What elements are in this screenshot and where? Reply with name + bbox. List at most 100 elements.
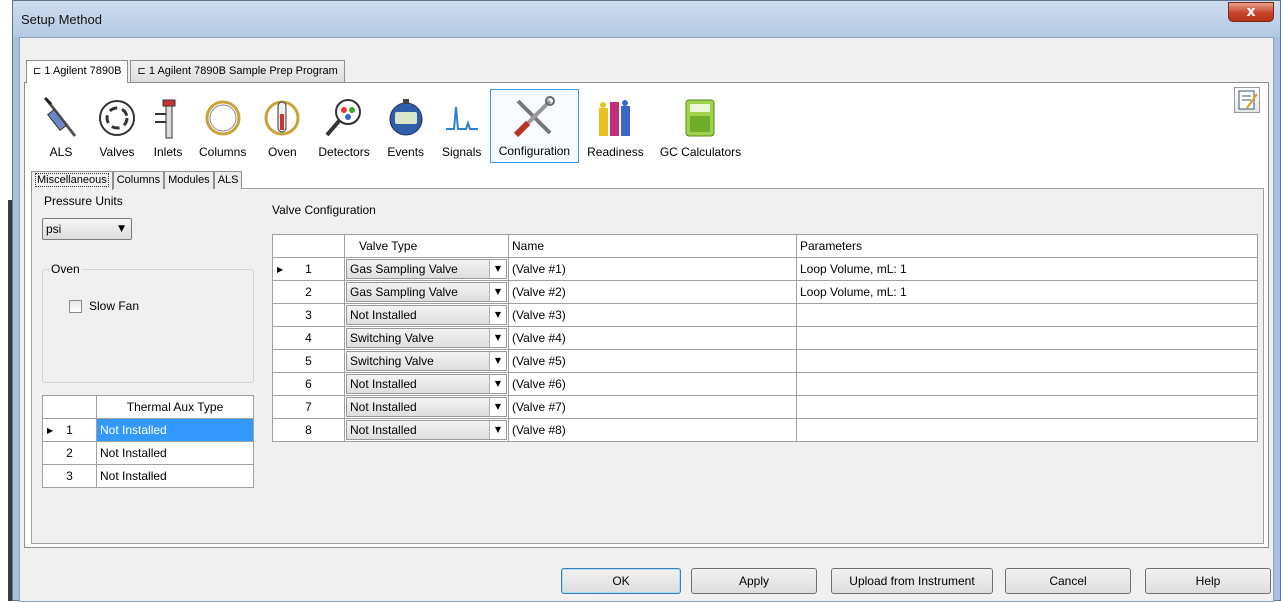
tab-label: Agilent 7890B [52, 65, 122, 77]
valve-type-cell[interactable]: Not Installed ▼ [344, 395, 509, 419]
thermal-aux-type-header: Thermal Aux Type [96, 395, 254, 419]
table-row[interactable]: 2 Gas Sampling Valve ▼ (Valve #2) Loop Vo… [272, 280, 1258, 304]
table-row[interactable]: 4 Switching Valve ▼ (Valve #4) [272, 326, 1258, 350]
valve-type-select[interactable]: Gas Sampling Valve ▼ [346, 259, 507, 279]
valve-type-value: Switching Valve [350, 331, 434, 345]
valve-type-select[interactable]: Not Installed ▼ [346, 420, 507, 440]
valve-parameters-cell[interactable]: Loop Volume, mL: 1 [796, 257, 1258, 281]
chevron-down-icon[interactable]: ▼ [489, 398, 506, 416]
toolbar-detectors[interactable]: Detectors [310, 89, 377, 163]
readiness-bars-icon [595, 95, 635, 141]
valve-type-cell[interactable]: Switching Valve ▼ [344, 349, 509, 373]
pressure-units-select[interactable]: psi ▼ [42, 218, 132, 240]
toolbar-label: Oven [268, 145, 297, 159]
valve-type-select[interactable]: Not Installed ▼ [346, 374, 507, 394]
toolbar-gc-calculators[interactable]: GC Calculators [652, 89, 749, 163]
valve-parameters-cell[interactable] [796, 303, 1258, 327]
valve-name-cell[interactable]: (Valve #6) [508, 372, 797, 396]
valve-name-cell[interactable]: (Valve #1) [508, 257, 797, 281]
valve-name-cell[interactable]: (Valve #3) [508, 303, 797, 327]
toolbar-als[interactable]: ALS [33, 89, 89, 163]
valve-parameters-cell[interactable]: Loop Volume, mL: 1 [796, 280, 1258, 304]
magnifier-icon [322, 95, 366, 141]
thermal-aux-type-cell[interactable]: Not Installed [96, 418, 254, 442]
chevron-down-icon[interactable]: ▼ [489, 329, 506, 347]
valve-name-cell[interactable]: (Valve #2) [508, 280, 797, 304]
valve-type-cell[interactable]: Not Installed ▼ [344, 418, 509, 442]
table-row[interactable]: 3 Not Installed [42, 464, 254, 488]
valve-parameters-cell[interactable] [796, 349, 1258, 373]
valve-type-cell[interactable]: Gas Sampling Valve ▼ [344, 280, 509, 304]
toolbar-valves[interactable]: Valves [89, 89, 145, 163]
title-bar[interactable]: Setup Method x [13, 1, 1280, 37]
instrument-tab-panel: ALS Valves Inlets Columns Oven Detectors… [24, 82, 1269, 548]
row-number: 3 [272, 303, 345, 327]
tab-columns[interactable]: Columns [112, 171, 165, 189]
apply-button[interactable]: Apply [691, 568, 817, 594]
tab-modules[interactable]: Modules [164, 171, 214, 189]
valve-type-value: Not Installed [350, 423, 417, 437]
slow-fan-checkbox[interactable] [69, 300, 82, 313]
table-row[interactable]: 6 Not Installed ▼ (Valve #6) [272, 372, 1258, 396]
valve-type-cell[interactable]: Switching Valve ▼ [344, 326, 509, 350]
chevron-down-icon[interactable]: ▼ [489, 306, 506, 324]
table-row[interactable]: 7 Not Installed ▼ (Valve #7) [272, 395, 1258, 419]
method-notes-button[interactable] [1234, 87, 1260, 113]
chevron-down-icon[interactable]: ▼ [489, 352, 506, 370]
help-button[interactable]: Help [1145, 568, 1271, 594]
toolbar-signals[interactable]: Signals [434, 89, 490, 163]
upload-from-instrument-button[interactable]: Upload from Instrument [831, 568, 993, 594]
tab-als[interactable]: ALS [213, 171, 243, 189]
valve-parameters-cell[interactable] [796, 372, 1258, 396]
table-row[interactable]: 2 Not Installed [42, 441, 254, 465]
valve-parameters-cell[interactable] [796, 395, 1258, 419]
valve-name-cell[interactable]: (Valve #7) [508, 395, 797, 419]
valve-type-select[interactable]: Switching Valve ▼ [346, 328, 507, 348]
tab-miscellaneous[interactable]: Miscellaneous [31, 171, 113, 190]
table-row[interactable]: ▶ 1 Gas Sampling Valve ▼ (Valve #1) Loop V… [272, 257, 1258, 281]
pressure-units-label: Pressure Units [44, 194, 123, 208]
valve-type-cell[interactable]: Not Installed ▼ [344, 372, 509, 396]
toolbar-columns[interactable]: Columns [191, 89, 254, 163]
table-row[interactable]: ▶ 1 Not Installed [42, 418, 254, 442]
table-row[interactable]: 3 Not Installed ▼ (Valve #3) [272, 303, 1258, 327]
toolbar-events[interactable]: Events [378, 89, 434, 163]
valve-type-cell[interactable]: Gas Sampling Valve ▼ [344, 257, 509, 281]
stopwatch-icon [386, 95, 426, 141]
toolbar-label: Readiness [587, 145, 644, 159]
tools-icon [512, 94, 556, 140]
row-header-corner [272, 234, 345, 258]
tab-agilent-7890b[interactable]: ⊏ 1 Agilent 7890B [26, 60, 129, 83]
ok-button[interactable]: OK [561, 568, 681, 594]
toolbar-label: Detectors [318, 145, 370, 159]
valve-name-cell[interactable]: (Valve #8) [508, 418, 797, 442]
tab-sample-prep-program[interactable]: ⊏ 1 Agilent 7890B Sample Prep Program [130, 60, 345, 82]
name-header: Name [508, 234, 797, 258]
valve-type-select[interactable]: Gas Sampling Valve ▼ [346, 282, 507, 302]
toolbar-inlets[interactable]: Inlets [145, 89, 191, 163]
chevron-down-icon[interactable]: ▼ [489, 283, 506, 301]
toolbar-readiness[interactable]: Readiness [579, 89, 652, 163]
tab-label: ALS [217, 174, 239, 186]
close-button[interactable]: x [1228, 2, 1274, 22]
table-row[interactable]: 5 Switching Valve ▼ (Valve #5) [272, 349, 1258, 373]
valve-type-cell[interactable]: Not Installed ▼ [344, 303, 509, 327]
valve-type-select[interactable]: Not Installed ▼ [346, 397, 507, 417]
toolbar-oven[interactable]: Oven [254, 89, 310, 163]
toolbar-configuration[interactable]: Configuration [489, 89, 580, 163]
valve-name-cell[interactable]: (Valve #5) [508, 349, 797, 373]
valve-type-select[interactable]: Not Installed ▼ [346, 305, 507, 325]
thermal-aux-type-cell[interactable]: Not Installed [96, 464, 254, 488]
chevron-down-icon[interactable]: ▼ [489, 375, 506, 393]
valve-name-cell[interactable]: (Valve #4) [508, 326, 797, 350]
row-number-text: 1 [305, 262, 312, 276]
oven-icon [262, 95, 302, 141]
chevron-down-icon[interactable]: ▼ [489, 421, 506, 439]
table-row[interactable]: 8 Not Installed ▼ (Valve #8) [272, 418, 1258, 442]
valve-parameters-cell[interactable] [796, 326, 1258, 350]
chevron-down-icon[interactable]: ▼ [489, 260, 506, 278]
valve-type-select[interactable]: Switching Valve ▼ [346, 351, 507, 371]
cancel-button[interactable]: Cancel [1005, 568, 1131, 594]
thermal-aux-type-cell[interactable]: Not Installed [96, 441, 254, 465]
valve-parameters-cell[interactable] [796, 418, 1258, 442]
